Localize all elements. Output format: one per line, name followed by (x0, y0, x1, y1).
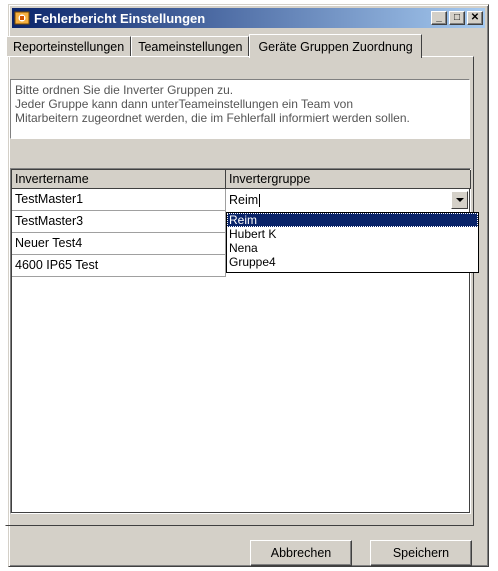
table-row-name[interactable]: Neuer Test4 (12, 233, 226, 255)
tab-geraete-gruppen-zuordnung[interactable]: Geräte Gruppen Zuordnung (249, 34, 422, 58)
inverter-grid: Invertername Invertergruppe TestMaster1 … (10, 168, 479, 514)
info-line: Mitarbeitern zugeordnet werden, die im F… (15, 111, 410, 125)
save-button[interactable]: Speichern (370, 540, 472, 566)
table-row-name[interactable]: 4600 IP65 Test (12, 255, 226, 277)
dropdown-option[interactable]: Gruppe4 (227, 255, 478, 269)
window-title: Fehlerbericht Einstellungen (34, 10, 206, 26)
tab-strip: Reporteinstellungen Teameinstellungen Ge… (6, 32, 422, 58)
info-textbox: Bitte ordnen Sie die Inverter Gruppen zu… (10, 79, 470, 139)
dropdown-option[interactable]: Nena (227, 241, 478, 255)
maximize-button[interactable]: □ (449, 11, 465, 25)
table-row-name[interactable]: TestMaster3 (12, 211, 226, 233)
app-icon (14, 10, 30, 26)
group-combobox-value[interactable]: Reim (229, 190, 261, 211)
dropdown-option[interactable]: Reim (227, 213, 478, 227)
column-header-invertergruppe[interactable]: Invertergruppe (226, 170, 471, 189)
group-dropdown-list: Reim Hubert K Nena Gruppe4 (226, 212, 479, 273)
info-line: Jeder Gruppe kann dann unterTeameinstell… (15, 97, 354, 111)
close-button[interactable]: ✕ (467, 11, 483, 25)
info-line: Bitte ordnen Sie die Inverter Gruppen zu… (15, 83, 234, 97)
title-bar[interactable]: Fehlerbericht Einstellungen _ □ ✕ (12, 8, 485, 28)
table-row-name[interactable]: TestMaster1 (12, 189, 226, 211)
tab-reporteinstellungen[interactable]: Reporteinstellungen (6, 36, 132, 56)
dropdown-option[interactable]: Hubert K (227, 227, 478, 241)
minimize-button[interactable]: _ (431, 11, 447, 25)
cancel-button[interactable]: Abbrechen (250, 540, 352, 566)
column-header-invertername[interactable]: Invertername (12, 170, 226, 189)
tab-teameinstellungen[interactable]: Teameinstellungen (131, 36, 250, 56)
chevron-down-icon[interactable] (451, 191, 468, 209)
group-combobox[interactable]: Reim (226, 190, 468, 211)
